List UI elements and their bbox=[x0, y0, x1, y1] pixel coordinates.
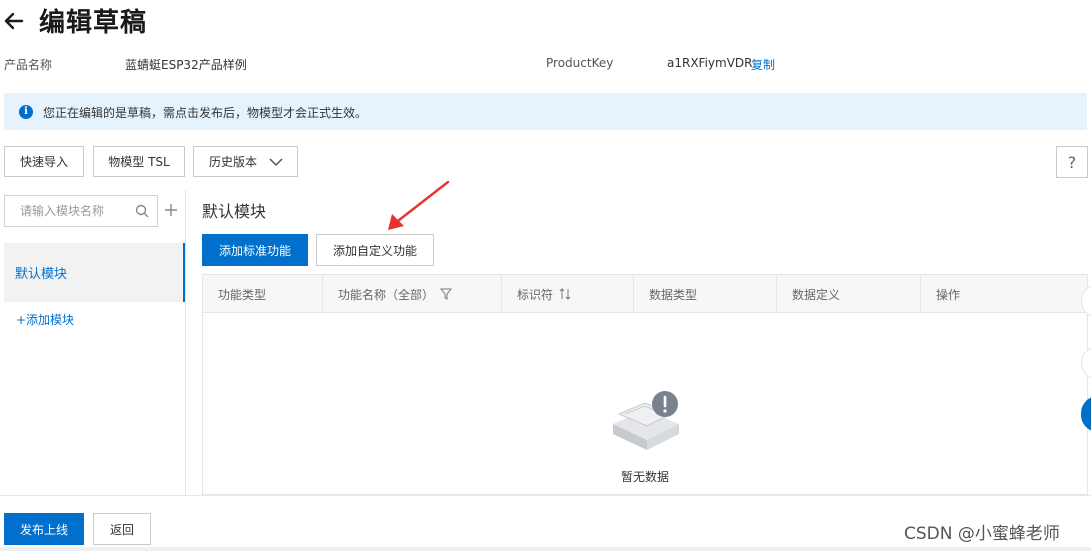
product-key-label: ProductKey bbox=[546, 56, 614, 70]
info-icon: i bbox=[19, 105, 33, 119]
empty-box-icon bbox=[613, 391, 679, 450]
product-name-value: 蓝蜻蜓ESP32产品样例 bbox=[125, 58, 247, 72]
column-header[interactable]: 功能名称（全部） bbox=[322, 275, 501, 313]
back-arrow-icon[interactable] bbox=[2, 6, 26, 36]
red-arrow-annotation bbox=[388, 180, 450, 230]
table-header: 功能类型 功能名称（全部） 标识符 数据类型 数据定义 操作 bbox=[203, 275, 1087, 313]
notice-text: 您正在编辑的是草稿，需点击发布后，物模型才会正式生效。 bbox=[43, 106, 368, 120]
chevron-down-icon bbox=[269, 158, 283, 167]
add-standard-function-button[interactable]: 添加标准功能 bbox=[202, 234, 308, 266]
history-version-dropdown[interactable]: 历史版本 bbox=[193, 146, 298, 177]
history-version-label: 历史版本 bbox=[209, 155, 258, 169]
empty-text: 暂无数据 bbox=[620, 470, 669, 484]
bottom-bar bbox=[0, 547, 1091, 551]
column-header: 功能类型 bbox=[218, 287, 267, 302]
copy-link[interactable]: 复制 bbox=[751, 56, 775, 73]
sidebar-item-default-module[interactable]: 默认模块 bbox=[4, 243, 185, 302]
column-header: 数据类型 bbox=[633, 275, 776, 313]
add-icon[interactable] bbox=[163, 201, 179, 219]
section-title: 默认模块 bbox=[202, 202, 267, 221]
help-button[interactable]: ? bbox=[1056, 146, 1088, 178]
return-button[interactable]: 返回 bbox=[93, 513, 151, 545]
module-search-input[interactable] bbox=[5, 196, 125, 226]
footer-divider bbox=[0, 495, 1091, 496]
column-header: 操作 bbox=[920, 275, 1087, 313]
watermark: CSDN @小蜜蜂老师 bbox=[904, 524, 1060, 544]
page-title: 编辑草稿 bbox=[39, 8, 148, 38]
module-search[interactable] bbox=[4, 195, 158, 227]
column-header[interactable]: 标识符 bbox=[501, 275, 633, 313]
quick-import-button[interactable]: 快速导入 bbox=[4, 146, 84, 177]
tsl-button[interactable]: 物模型 TSL bbox=[93, 146, 185, 177]
draft-notice: i 您正在编辑的是草稿，需点击发布后，物模型才会正式生效。 bbox=[4, 93, 1087, 130]
page-header: 编辑草稿 bbox=[0, 0, 1091, 44]
function-table: 功能类型 功能名称（全部） 标识符 数据类型 数据定义 操作 暂无数据 bbox=[202, 274, 1088, 495]
sort-icon[interactable] bbox=[559, 288, 571, 300]
filter-icon[interactable] bbox=[440, 288, 453, 300]
search-icon[interactable] bbox=[135, 204, 149, 218]
publish-button[interactable]: 发布上线 bbox=[4, 513, 84, 545]
product-key-value: a1RXFiymVDR bbox=[667, 56, 753, 70]
sidebar-item-label: 默认模块 bbox=[15, 267, 68, 282]
column-header: 数据定义 bbox=[776, 275, 920, 313]
add-custom-function-button[interactable]: 添加自定义功能 bbox=[316, 234, 434, 266]
add-module-link[interactable]: +添加模块 bbox=[16, 311, 74, 328]
sidebar-divider bbox=[185, 190, 186, 495]
product-name-label: 产品名称 bbox=[4, 58, 53, 72]
